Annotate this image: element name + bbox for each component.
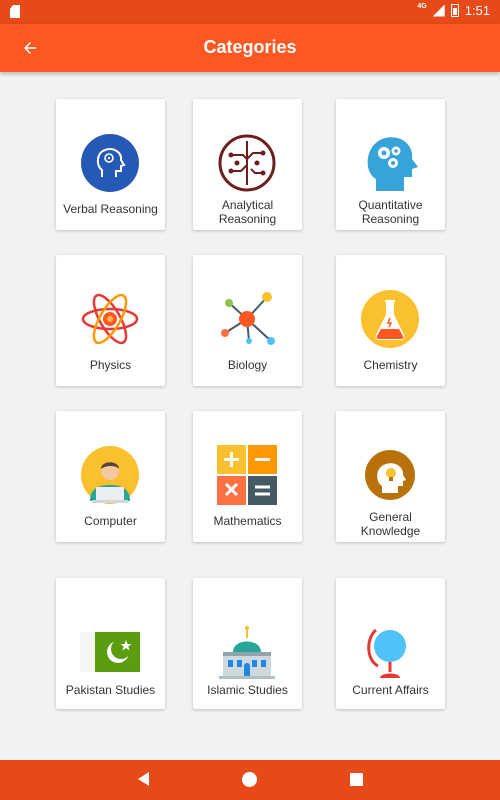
category-physics[interactable]: Physics xyxy=(56,255,165,386)
category-label: Quantitative Reasoning xyxy=(358,198,423,226)
category-label: Biology xyxy=(227,358,268,372)
categories-grid: Verbal Reasoning Analytical Reasoning Qu… xyxy=(0,72,500,760)
category-current-affairs[interactable]: Current Affairs xyxy=(336,578,445,709)
category-analytical-reasoning[interactable]: Analytical Reasoning xyxy=(193,99,302,230)
category-islamic-studies[interactable]: Islamic Studies xyxy=(193,578,302,709)
brain-circuit-icon xyxy=(217,133,277,193)
nav-home-button[interactable] xyxy=(242,772,257,787)
nav-back-button[interactable] xyxy=(138,772,149,786)
status-time: 1:51 xyxy=(464,3,490,18)
status-bar: 4G 1:51 xyxy=(0,0,500,24)
category-chemistry[interactable]: Chemistry xyxy=(336,255,445,386)
page-title: Categories xyxy=(203,37,297,57)
pakistan-flag-icon xyxy=(80,622,140,682)
nav-recents-button[interactable] xyxy=(350,773,363,786)
app-bar: Categories xyxy=(0,24,500,72)
atom-icon xyxy=(80,289,140,349)
head-brain-icon xyxy=(80,133,140,193)
category-label: Pakistan Studies xyxy=(65,683,156,697)
head-gears-icon xyxy=(360,133,420,193)
category-label: Chemistry xyxy=(363,358,418,372)
mosque-icon xyxy=(217,622,277,682)
category-biology[interactable]: Biology xyxy=(193,255,302,386)
category-mathematics[interactable]: Mathematics xyxy=(193,411,302,542)
calculator-operations-icon xyxy=(217,445,277,505)
category-label: Verbal Reasoning xyxy=(63,202,158,216)
category-general-knowledge[interactable]: General Knowledge xyxy=(336,411,445,542)
category-computer[interactable]: Computer xyxy=(56,411,165,542)
sd-card-icon xyxy=(10,5,20,18)
category-pakistan-studies[interactable]: Pakistan Studies xyxy=(56,578,165,709)
category-label: Current Affairs xyxy=(352,683,429,697)
flask-icon xyxy=(360,289,420,349)
head-bulb-icon xyxy=(360,445,420,505)
molecule-icon xyxy=(217,289,277,349)
category-quantitative-reasoning[interactable]: Quantitative Reasoning xyxy=(336,99,445,230)
category-verbal-reasoning[interactable]: Verbal Reasoning xyxy=(56,99,165,230)
category-label: Physics xyxy=(89,358,132,372)
category-label: Analytical Reasoning xyxy=(218,198,277,226)
signal-icon xyxy=(432,4,445,17)
system-nav-bar xyxy=(0,760,500,800)
network-type: 4G xyxy=(417,3,427,10)
category-label: Islamic Studies xyxy=(207,683,288,697)
category-label: Computer xyxy=(84,514,137,528)
user-laptop-icon xyxy=(80,445,140,505)
category-label: General Knowledge xyxy=(360,510,421,538)
battery-icon xyxy=(450,4,459,17)
globe-icon xyxy=(360,622,420,682)
category-label: Mathematics xyxy=(213,514,282,528)
